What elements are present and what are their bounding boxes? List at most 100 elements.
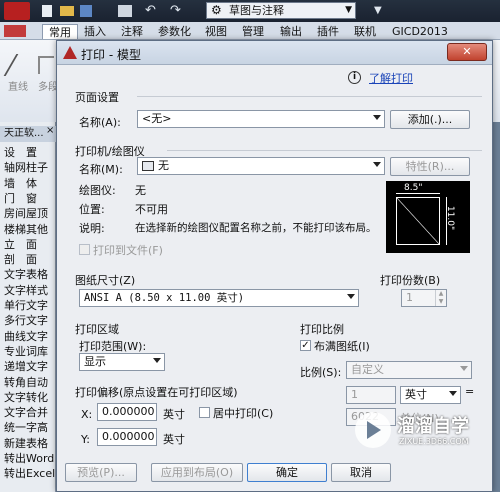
gear-icon: ⚙ (211, 3, 222, 17)
ribbon-menu-icon[interactable] (4, 25, 26, 37)
plot-area-select[interactable]: 显示 (79, 353, 165, 371)
chevron-down-icon (347, 294, 355, 299)
palette-item[interactable]: 设 置 (4, 146, 56, 159)
fit-to-paper-checkbox[interactable]: ✓ (300, 340, 311, 351)
palette-item[interactable]: 剖 面 (4, 253, 56, 266)
page-setup-name-select[interactable]: <无> (137, 110, 385, 128)
plot-area-value: 显示 (84, 355, 106, 368)
scale-value: 自定义 (351, 363, 384, 376)
palette-item[interactable]: 新建表格 (4, 437, 56, 450)
tab-manage[interactable]: 管理 (242, 24, 264, 39)
y-offset-unit: 英寸 (163, 433, 185, 446)
divider (137, 96, 482, 97)
palette-item[interactable]: 文字表格 (4, 268, 56, 281)
polyline-tool-icon[interactable] (38, 56, 54, 74)
ribbon-tab-bar: 常用 插入 注释 参数化 视图 管理 输出 插件 联机 GICD2013 (0, 22, 500, 40)
palette-item[interactable]: 门 窗 (4, 192, 56, 205)
tab-online[interactable]: 联机 (354, 24, 376, 39)
open-file-icon[interactable] (60, 6, 74, 16)
chevron-down-icon (449, 391, 457, 396)
palette-item[interactable]: 文字合并 (4, 406, 56, 419)
palette-item[interactable]: 房间屋顶 (4, 207, 56, 220)
tab-parametric[interactable]: 参数化 (158, 24, 191, 39)
printer-icon (142, 161, 154, 171)
paper-preview: 8.5" 11.0" (386, 181, 470, 253)
center-plot-checkbox[interactable] (199, 407, 210, 418)
plot-icon[interactable] (118, 5, 132, 17)
scale-inches-input[interactable]: 1 (346, 386, 396, 404)
scale-label: 比例(S): (300, 366, 342, 379)
scale-select[interactable]: 自定义 (346, 361, 472, 379)
plot-area-what-label: 打印范围(W): (79, 340, 147, 353)
palette-item[interactable]: 曲线文字 (4, 330, 56, 343)
scale-unit-value: 英寸 (405, 388, 427, 401)
cancel-button[interactable]: 取消 (331, 463, 391, 482)
palette-item[interactable]: 墙 体 (4, 177, 56, 190)
save-icon[interactable] (80, 5, 92, 17)
info-icon: i (348, 71, 361, 84)
printer-heading: 打印机/绘图仪 (75, 145, 145, 158)
properties-button[interactable]: 特性(R)... (390, 157, 470, 176)
palette-item[interactable]: 文字样式 (4, 284, 56, 297)
print-to-file-checkbox[interactable] (79, 244, 90, 255)
printer-name-label: 名称(M): (79, 163, 123, 176)
palette-item[interactable]: 轴网柱子 (4, 161, 56, 174)
paper-outline (396, 197, 440, 245)
copies-spinner[interactable]: ▲ ▼ (435, 290, 446, 306)
copies-value: 1 (406, 291, 413, 304)
copies-heading: 打印份数(B) (380, 274, 441, 287)
fit-to-paper-label: 布满图纸(I) (314, 340, 370, 353)
paper-size-heading: 图纸尺寸(Z) (75, 274, 136, 287)
close-button[interactable]: ✕ (447, 43, 487, 61)
tab-plugins[interactable]: 插件 (317, 24, 339, 39)
x-offset-value: 0.000000 (102, 405, 155, 418)
palette-item[interactable]: 统一字高 (4, 421, 56, 434)
palette-item[interactable]: 专业词库 (4, 345, 56, 358)
new-file-icon[interactable] (42, 5, 52, 17)
scale-unit-select[interactable]: 英寸 (400, 386, 461, 404)
tab-view[interactable]: 视图 (205, 24, 227, 39)
print-to-file-label: 打印到文件(F) (93, 244, 163, 257)
palette-close-icon[interactable]: × (46, 125, 54, 136)
tab-home[interactable]: 常用 (42, 24, 78, 39)
palette-item[interactable]: 转角自动 (4, 376, 56, 389)
tab-insert[interactable]: 插入 (84, 24, 106, 39)
learn-about-plotting-link[interactable]: 了解打印 (369, 70, 413, 86)
undo-icon[interactable]: ↶ (145, 3, 156, 18)
palette-item[interactable]: 递增文字 (4, 360, 56, 373)
palette-item[interactable]: 多行文字 (4, 314, 56, 327)
plot-area-heading: 打印区域 (75, 323, 119, 336)
palette-item[interactable]: 楼梯其他 (4, 223, 56, 236)
workspace-selector[interactable]: ⚙ 草图与注释 ▼ (206, 2, 356, 19)
palette-item[interactable]: 文字转化 (4, 391, 56, 404)
x-offset-input[interactable]: 0.000000 (97, 403, 157, 421)
chevron-down-icon (460, 366, 468, 371)
add-page-setup-button[interactable]: 添加(.)... (390, 110, 470, 129)
line-tool-label: 直线 (8, 82, 28, 93)
printer-name-select[interactable]: 无 (137, 157, 385, 175)
polyline-tool-label: 多段 (38, 82, 58, 93)
tab-gicd[interactable]: GICD2013 (392, 24, 448, 39)
scale-inches-value: 1 (351, 388, 358, 401)
y-offset-input[interactable]: 0.000000 (97, 428, 157, 446)
ok-button[interactable]: 确定 (247, 463, 327, 482)
chevron-down-icon: ▼ (345, 5, 352, 15)
line-tool-icon[interactable] (3, 54, 41, 76)
close-icon: ✕ (462, 45, 472, 58)
tab-annotate[interactable]: 注释 (121, 24, 143, 39)
plotter-value: 无 (135, 184, 146, 197)
redo-icon[interactable]: ↷ (170, 3, 181, 18)
paper-size-select[interactable]: ANSI A (8.50 x 11.00 英寸) (79, 289, 359, 307)
palette-item[interactable]: 转出Excel (4, 467, 56, 480)
app-logo-icon[interactable] (4, 2, 30, 20)
tab-output[interactable]: 输出 (280, 24, 302, 39)
qat-dropdown-icon[interactable]: ▼ (374, 5, 382, 16)
apply-to-layout-button[interactable]: 应用到布局(O) (151, 463, 243, 482)
chevron-down-icon (373, 162, 381, 167)
palette-item[interactable]: 转出Word (4, 452, 56, 465)
dialog-title: 打印 - 模型 (81, 48, 141, 62)
preview-button[interactable]: 预览(P)... (65, 463, 137, 482)
palette-item[interactable]: 立 面 (4, 238, 56, 251)
paper-height-arrow (446, 197, 447, 245)
palette-item[interactable]: 单行文字 (4, 299, 56, 312)
